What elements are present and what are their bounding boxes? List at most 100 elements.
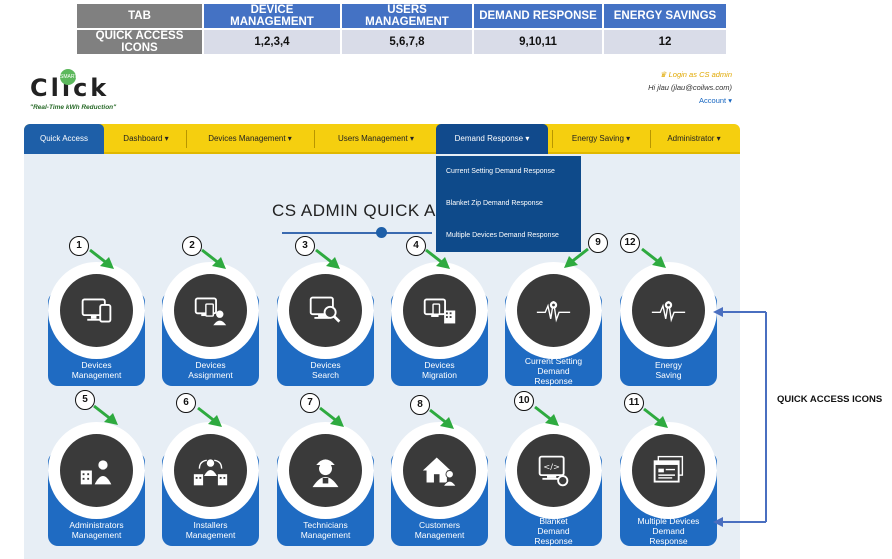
administrator-icon [80, 460, 112, 485]
card-icon-circle [403, 434, 476, 507]
tab-devices-management[interactable]: Devices Management ▾ [190, 124, 310, 154]
card-label: Response [649, 536, 688, 546]
tab-label: Demand Response [454, 134, 524, 143]
card-label: Migration [422, 370, 457, 380]
caret-icon: ▾ [164, 134, 169, 143]
card-label: Response [534, 536, 573, 546]
nav-divider [552, 130, 553, 148]
card-label: Multiple Devices [637, 516, 700, 526]
tab-users-management[interactable]: Users Management ▾ [318, 124, 434, 154]
quick-access-blanket-dr[interactable]: </> Blanket Demand Response [505, 422, 602, 546]
green-arrow-icon [93, 404, 118, 425]
card-icon-circle [174, 434, 247, 507]
tab-label: Dashboard [123, 134, 163, 143]
tab-energy-saving[interactable]: Energy Saving ▾ [556, 124, 646, 154]
chevron-down-icon: ▾ [728, 96, 732, 105]
quick-access-devices-search[interactable]: Devices Search [277, 262, 374, 386]
menu-item-blanket-zip-dr[interactable]: Blanket Zip Demand Response [446, 200, 543, 207]
pulse-gear-icon [536, 301, 571, 323]
code-screen-icon: </> [538, 455, 569, 487]
demand-response-dropdown: Current Setting Demand Response Blanket … [436, 156, 581, 252]
card-icon-circle [60, 434, 133, 507]
page-title: CS ADMIN QUICK A [272, 201, 436, 220]
quick-access-energy-saving[interactable]: Energy Saving [620, 262, 717, 386]
title-underline [282, 232, 432, 234]
card-label: Demand [537, 526, 570, 536]
caret-icon: ▾ [716, 134, 721, 143]
customer-home-icon [422, 457, 457, 487]
app-frame: Quick Access Dashboard ▾ Devices Managem… [24, 124, 740, 559]
caret-icon: ▾ [626, 134, 631, 143]
card-label: Devices [310, 360, 341, 370]
tab-label: Devices Management [208, 134, 286, 143]
number-badge: 10 [514, 391, 534, 411]
card-label: Demand [537, 366, 570, 376]
card-label: Blanket [539, 516, 568, 526]
quick-access-current-setting-dr[interactable]: Current Setting Demand Response [505, 262, 602, 386]
svg-text:</>: </> [543, 462, 560, 472]
card-label: Response [534, 376, 573, 386]
table-header-icons: QUICK ACCESS ICONS [77, 28, 202, 54]
number-badge: 3 [295, 236, 315, 256]
quick-access-multiple-devices-dr[interactable]: Multiple Devices Demand Response [620, 422, 717, 546]
number-badge: 11 [624, 393, 644, 413]
card-label: Management [185, 530, 236, 540]
windows-list-icon [653, 455, 684, 483]
card-icon-circle [289, 274, 362, 347]
quick-access-administrators-management[interactable]: Administrators Management [48, 422, 145, 546]
logo-badge: SMART [60, 69, 77, 85]
table-cell-tab: DEVICE MANAGEMENT [204, 4, 340, 28]
menu-item-current-setting-dr[interactable]: Current Setting Demand Response [446, 168, 555, 175]
quick-access-customers-management[interactable]: Customers Management [391, 422, 488, 546]
quick-access-installers-management[interactable]: Installers Management [162, 422, 259, 546]
tab-quick-access[interactable]: Quick Access [24, 124, 104, 154]
table-cell-icons: 12 [604, 28, 726, 54]
device-migration-icon [423, 298, 456, 324]
table-cell-icons: 9,10,11 [474, 28, 602, 54]
green-arrow-icon [319, 406, 344, 427]
greeting-text: Hi jlau (jlau@coilws.com) [648, 83, 732, 92]
nav-divider [314, 130, 315, 148]
card-label: Administrators [69, 520, 124, 530]
nav-divider [650, 130, 651, 148]
caret-icon: ▾ [287, 134, 292, 143]
technician-icon [312, 459, 339, 488]
login-as-text: Login as CS admin [668, 70, 732, 79]
quick-access-devices-management[interactable]: Devices Management [48, 262, 145, 386]
card-label: Devices [424, 360, 455, 370]
number-badge: 6 [176, 393, 196, 413]
menu-item-multiple-devices-dr[interactable]: Multiple Devices Demand Response [446, 232, 559, 239]
green-arrow-icon [534, 405, 559, 426]
pulse-gear-icon [651, 301, 686, 323]
card-label: Customers [418, 520, 461, 530]
table-header-tab: TAB [77, 4, 202, 28]
user-area: ♛ Login as CS admin Hi jlau (jlau@coilws… [648, 68, 732, 107]
account-menu[interactable]: Account [699, 96, 726, 105]
card-label: Energy [655, 360, 682, 370]
green-arrow-icon [564, 247, 589, 268]
quick-access-devices-migration[interactable]: Devices Migration [391, 262, 488, 386]
table-cell-icons: 1,2,3,4 [204, 28, 340, 54]
card-label: Management [71, 370, 122, 380]
card-label: Demand [652, 526, 685, 536]
tab-icon-mapping-table: TAB DEVICE MANAGEMENT USERS MANAGEMENT D… [75, 4, 728, 54]
green-arrow-icon [315, 248, 340, 269]
quick-access-devices-assignment[interactable]: Devices Assignment [162, 262, 259, 386]
card-icon-circle [289, 434, 362, 507]
app-logo[interactable]: Click SMART "Real-Time kWh Reduction" [30, 66, 140, 112]
card-icon-circle [517, 274, 590, 347]
number-badge: 8 [410, 395, 430, 415]
tab-demand-response[interactable]: Demand Response ▾ [436, 124, 548, 154]
quick-access-technicians-management[interactable]: Technicians Management [277, 422, 374, 546]
card-icon-circle [632, 434, 705, 507]
device-assignment-icon [194, 297, 227, 326]
tab-dashboard[interactable]: Dashboard ▾ [110, 124, 182, 154]
card-icon-circle [174, 274, 247, 347]
card-label: Search [312, 370, 339, 380]
number-badge: 2 [182, 236, 202, 256]
tab-administrator[interactable]: Administrator ▾ [654, 124, 734, 154]
logo-tagline: "Real-Time kWh Reduction" [30, 104, 117, 111]
title-underline-dot [376, 227, 387, 238]
quick-access-icons-label: QUICK ACCESS ICONS [777, 394, 883, 405]
card-icon-circle [60, 274, 133, 347]
